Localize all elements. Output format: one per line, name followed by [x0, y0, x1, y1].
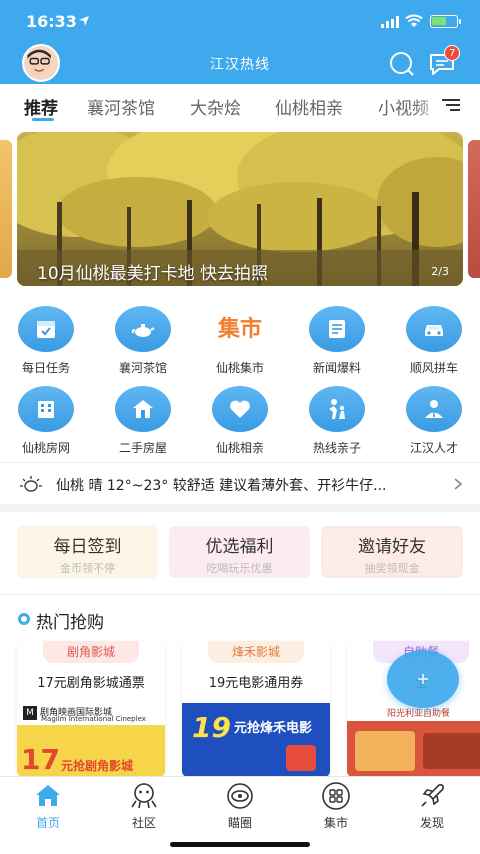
deal-title: 17元剧角影城通票 [37, 676, 145, 691]
status-time: 16:33 [26, 12, 77, 31]
tab-menu-icon[interactable] [442, 99, 460, 111]
banner-prev-peek [0, 140, 12, 278]
nav-discover[interactable]: 发现 [392, 781, 472, 831]
grid-item-teahouse[interactable]: 襄河茶馆 [103, 306, 183, 376]
feature-grid: 每日任务 襄河茶馆 集市 仙桃集市 新闻爆料 顺风拼车 仙桃房网 二手房屋 仙桃… [0, 294, 480, 462]
heart-icon [230, 400, 250, 418]
promo-section: 每日签到 金币领不停 优选福利 吃喝玩乐优惠 邀请好友 抽奖领现金 [0, 512, 480, 594]
cellular-signal-icon [381, 16, 399, 28]
market-logo: 集市 [217, 316, 262, 342]
deal-title: 19元电影通用券 [208, 676, 304, 691]
section-dot-icon [18, 613, 30, 625]
nav-community[interactable]: 社区 [104, 781, 184, 831]
deal-tag: 剧角影城 [43, 641, 139, 663]
location-arrow-icon [79, 16, 89, 26]
deal-tag: 烽禾影城 [208, 641, 304, 663]
promo-daily-checkin[interactable]: 每日签到 金币领不停 [17, 526, 158, 578]
grid-item-second-hand-house[interactable]: 二手房屋 [103, 386, 183, 456]
nav-market[interactable]: 集市 [296, 781, 376, 831]
grid-item-carpool[interactable]: 顺风拼车 [394, 306, 474, 376]
grid-item-parent-child[interactable]: 热线亲子 [297, 386, 377, 456]
nav-circle[interactable]: 瞄圈 [200, 781, 280, 831]
promo-selected-benefits[interactable]: 优选福利 吃喝玩乐优惠 [169, 526, 310, 578]
floating-action-button[interactable] [387, 650, 459, 708]
app-header: 16:33 江汉热线 7 [0, 0, 480, 84]
grid-item-housing-net[interactable]: 仙桃房网 [6, 386, 86, 456]
nav-home[interactable]: 首页 [8, 781, 88, 831]
search-icon[interactable] [389, 51, 415, 77]
deal-card[interactable]: 剧角影城 17元剧角影城通票 M 剧角映画国际影城 Magilm Internat… [17, 641, 165, 777]
banner-caption: 10月仙桃最美打卡地 快去拍照 [37, 264, 269, 284]
tab-xiantao-dating[interactable]: 仙桃相亲 [275, 94, 343, 119]
banner-page-indicator: 2/3 [431, 265, 449, 278]
battery-icon [430, 15, 461, 28]
deal-image: M 剧角映画国际影城 Magilm International Cineplex … [17, 703, 165, 777]
tab-active-indicator [32, 118, 54, 121]
grid-item-news-tips[interactable]: 新闻爆料 [297, 306, 377, 376]
calendar-icon [37, 321, 55, 338]
category-tabs: 推荐 襄河茶馆 大杂烩 仙桃相亲 小视频 [0, 84, 480, 126]
building-icon [38, 401, 54, 418]
house-icon [133, 400, 153, 418]
newspaper-icon [329, 320, 345, 338]
banner-next-peek [468, 140, 480, 278]
grid-item-daily-task[interactable]: 每日任务 [6, 306, 86, 376]
chevron-right-icon[interactable] [454, 478, 462, 490]
grid-icon [322, 782, 350, 810]
eye-icon [227, 783, 253, 809]
home-indicator [170, 842, 310, 847]
deal-image: 阳光利亚自助餐 [347, 703, 480, 777]
parent-child-icon [329, 399, 345, 419]
plus-icon [418, 674, 428, 684]
grid-item-dating[interactable]: 仙桃相亲 [200, 386, 280, 456]
grid-item-talent[interactable]: 江汉人才 [394, 386, 474, 456]
community-icon [131, 783, 157, 809]
tab-recommend[interactable]: 推荐 [24, 94, 58, 119]
weather-bar[interactable]: 仙桃 晴 12°~23° 较舒适 建议着薄外套、开衫牛仔... [0, 462, 480, 504]
weather-text: 仙桃 晴 12°~23° 较舒适 建议着薄外套、开衫牛仔... [56, 478, 387, 494]
section-title: 热门抢购 [36, 613, 104, 633]
tab-dazahui[interactable]: 大杂烩 [190, 94, 241, 119]
banner-carousel[interactable]: 10月仙桃最美打卡地 快去拍照 2/3 [17, 132, 463, 286]
home-icon [36, 785, 60, 806]
car-icon [425, 325, 443, 336]
grid-item-market[interactable]: 集市 仙桃集市 [200, 306, 280, 376]
sun-icon [20, 476, 42, 492]
tab-xianghe-teahouse[interactable]: 襄河茶馆 [87, 94, 155, 119]
banner-section: 10月仙桃最美打卡地 快去拍照 2/3 [0, 126, 480, 294]
wifi-icon [405, 14, 423, 27]
deal-card[interactable]: 烽禾影城 19元电影通用券 19 元抢烽禾电影 [182, 641, 330, 777]
rocket-icon [421, 784, 444, 807]
person-icon [425, 400, 443, 418]
status-bar: 16:33 [0, 0, 480, 44]
teapot-icon [131, 324, 155, 337]
deal-image: 19 元抢烽禾电影 [182, 703, 330, 777]
promo-invite-friends[interactable]: 邀请好友 抽奖领现金 [321, 526, 463, 578]
